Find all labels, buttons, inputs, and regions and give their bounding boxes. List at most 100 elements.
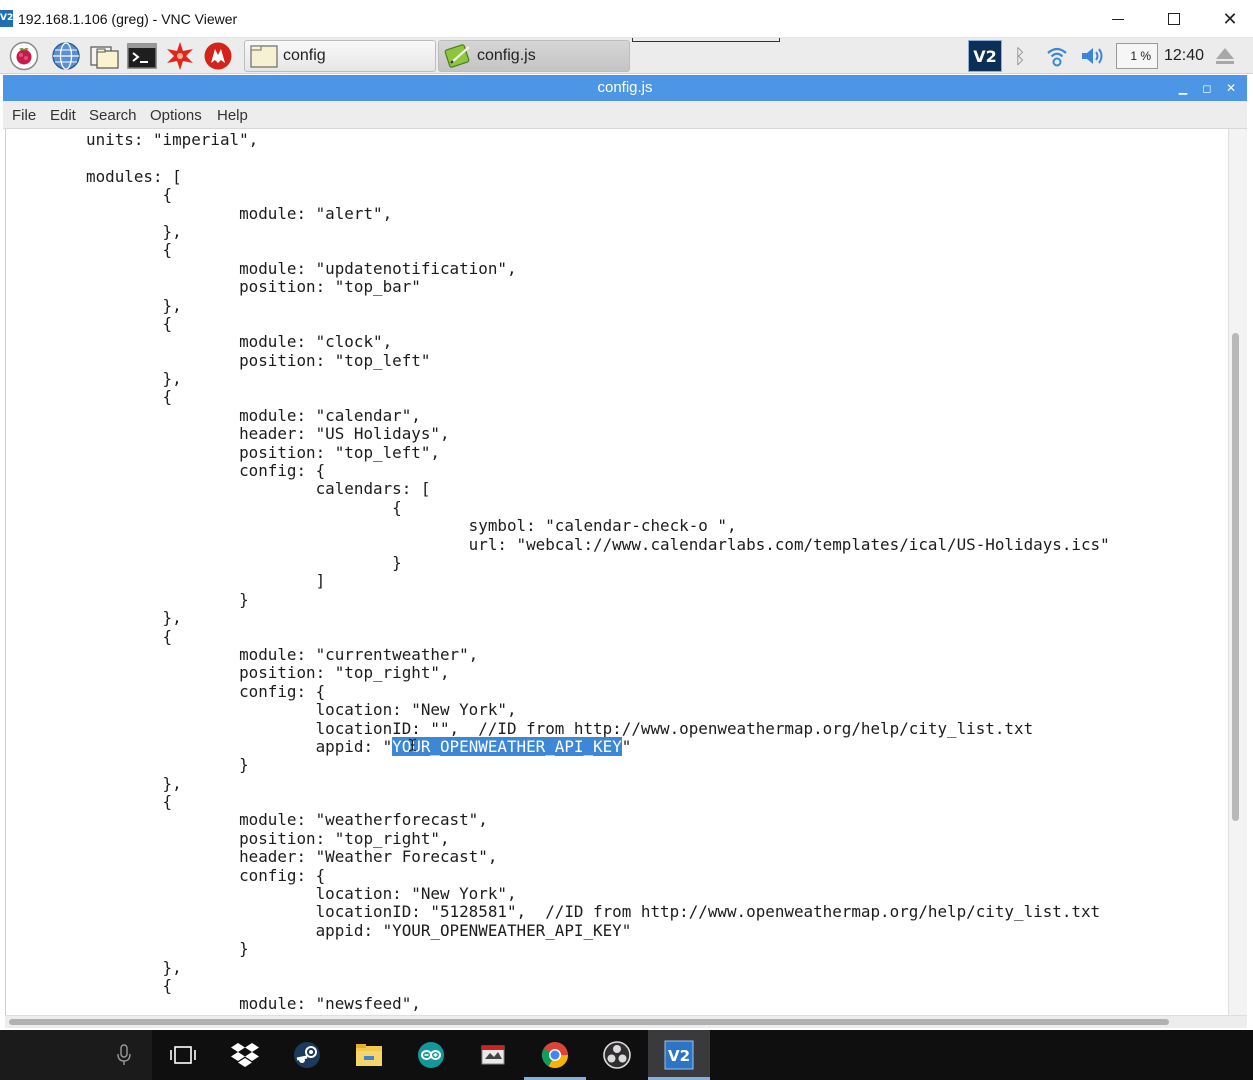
editor-titlebar[interactable]: config.js ▁ ◻ ✕ (3, 75, 1247, 101)
code-line[interactable]: { (86, 388, 1110, 407)
menu-edit[interactable]: Edit (50, 107, 76, 124)
vertical-scroll-thumb[interactable] (1232, 333, 1239, 821)
code-editor[interactable]: units: "imperial", modules: [ { module: "… (5, 129, 1227, 1015)
taskbar-item-config[interactable]: config (244, 40, 436, 72)
terminal-launcher[interactable] (126, 41, 158, 71)
clock-time: 12:40 (1163, 47, 1205, 64)
wifi-tray-button[interactable] (1042, 41, 1072, 71)
code-line[interactable]: config: { (86, 461, 1110, 480)
code-line[interactable]: }, (86, 774, 1110, 793)
code-line[interactable]: } (86, 755, 1110, 774)
code-line[interactable]: calendars: [ (86, 480, 1110, 499)
code-line[interactable]: location: "New York", (86, 884, 1110, 903)
code-line[interactable]: header: "Weather Forecast", (86, 847, 1110, 866)
window-close-button[interactable]: ✕ (1207, 4, 1253, 34)
window-minimize-button[interactable] (1095, 4, 1141, 34)
taskbar-steam-button[interactable] (276, 1030, 338, 1080)
code-line[interactable]: }, (86, 222, 1110, 241)
code-line[interactable] (86, 149, 1110, 167)
mathematica-launcher[interactable] (164, 41, 196, 71)
code-line[interactable]: config: { (86, 866, 1110, 885)
code-line[interactable]: }, (86, 958, 1110, 977)
taskbar-microphone-button[interactable] (96, 1030, 152, 1080)
code-line[interactable]: units: "imperial", (86, 130, 1110, 149)
code-line[interactable]: location: "New York", (86, 700, 1110, 719)
code-line[interactable]: position: "top_left" (86, 351, 1110, 370)
eject-tray-button[interactable] (1210, 41, 1240, 71)
editor-vertical-scrollbar[interactable] (1228, 129, 1247, 1015)
taskbar-item-config-js[interactable]: config.js (438, 40, 630, 72)
code-line[interactable]: { (86, 314, 1110, 333)
code-line[interactable]: module: "updatenotification", (86, 259, 1110, 278)
taskbar-chrome-button[interactable] (524, 1030, 586, 1080)
code-line[interactable]: url: "webcal://www.calendarlabs.com/temp… (86, 535, 1110, 554)
menu-help[interactable]: Help (217, 107, 248, 124)
horizontal-scroll-thumb[interactable] (9, 1019, 1169, 1025)
code-line[interactable]: locationID: "", //ID from http://www.ope… (86, 719, 1110, 738)
vnc-server-tray-button[interactable]: V2 (968, 40, 1002, 72)
selected-text[interactable]: YOUR_OPENWEATHER_API_KEY (392, 736, 622, 756)
editor-close-button[interactable]: ✕ (1221, 78, 1241, 98)
editor-horizontal-scrollbar[interactable] (5, 1015, 1247, 1028)
web-browser-launcher[interactable] (50, 41, 82, 71)
taskbar-app-button[interactable] (462, 1030, 524, 1080)
editor-minimize-button[interactable]: ▁ (1173, 78, 1193, 98)
code-line[interactable]: } (86, 553, 1110, 572)
taskbar-arduino-button[interactable] (400, 1030, 462, 1080)
menu-search[interactable]: Search (89, 107, 137, 124)
folder-icon (250, 45, 278, 68)
wolfram-launcher[interactable] (202, 41, 234, 71)
code-line[interactable]: }, (86, 608, 1110, 627)
code-line[interactable]: } (86, 939, 1110, 958)
code-line[interactable]: { (86, 976, 1110, 995)
volume-tray-button[interactable] (1078, 41, 1108, 71)
code-line[interactable]: config: { (86, 682, 1110, 701)
code-text[interactable]: units: "imperial", modules: [ { module: "… (86, 130, 1110, 1014)
taskbar-file-explorer-button[interactable] (338, 1030, 400, 1080)
code-line[interactable]: ] (86, 571, 1110, 590)
taskbar-dropbox-button[interactable] (214, 1030, 276, 1080)
code-line[interactable]: locationID: "5128581", //ID from http://… (86, 903, 1110, 922)
code-line[interactable]: { (86, 240, 1110, 259)
code-line[interactable]: } (86, 590, 1110, 609)
taskbar-obs-button[interactable] (586, 1030, 648, 1080)
menu-options[interactable]: Options (150, 107, 202, 124)
window-maximize-button[interactable] (1151, 4, 1197, 34)
vnc-viewer-label: V2 (668, 1047, 690, 1065)
code-line[interactable]: module: "clock", (86, 332, 1110, 351)
code-line[interactable]: header: "US Holidays", (86, 424, 1110, 443)
panel-clock[interactable]: 12:40 (1162, 41, 1206, 71)
code-line[interactable]: }, (86, 369, 1110, 388)
code-line[interactable]: position: "top_left", (86, 443, 1110, 462)
editor-title: config.js (597, 79, 653, 96)
minimize-icon: ▁ (1178, 81, 1188, 95)
file-manager-launcher[interactable] (88, 41, 120, 71)
taskbar-task-view-button[interactable] (152, 1030, 214, 1080)
taskbar-vnc-viewer-button[interactable]: V2 (648, 1030, 710, 1080)
code-line[interactable]: module: "currentweather", (86, 645, 1110, 664)
wolfram-icon (204, 42, 232, 70)
code-line[interactable]: module: "alert", (86, 204, 1110, 223)
code-line[interactable]: modules: [ (86, 167, 1110, 186)
code-line[interactable]: position: "top_bar" (86, 277, 1110, 296)
task-view-icon (170, 1046, 196, 1064)
code-line[interactable]: position: "top_right", (86, 829, 1110, 848)
code-line[interactable]: symbol: "calendar-check-o ", (86, 516, 1110, 535)
bluetooth-tray-button[interactable]: ᛒ (1008, 41, 1032, 71)
code-line[interactable]: }, (86, 296, 1110, 315)
code-line[interactable]: { (86, 792, 1110, 811)
microphone-icon (117, 1044, 131, 1065)
code-line[interactable]: module: "weatherforecast", (86, 811, 1110, 830)
code-line[interactable]: appid: "YOUR_OPENWEATHER_API_KEY" (86, 736, 1110, 756)
code-line[interactable]: { (86, 185, 1110, 204)
code-line[interactable]: appid: "YOUR_OPENWEATHER_API_KEY" (86, 921, 1110, 940)
code-line[interactable]: module: "calendar", (86, 406, 1110, 425)
code-line[interactable]: module: "newsfeed", (86, 994, 1110, 1013)
code-line[interactable]: position: "top_right", (86, 663, 1110, 682)
code-line[interactable]: { (86, 627, 1110, 646)
menu-file[interactable]: File (12, 107, 36, 124)
code-line[interactable]: { (86, 498, 1110, 517)
raspberry-menu-button[interactable] (8, 41, 40, 71)
editor-maximize-button[interactable]: ◻ (1197, 78, 1217, 98)
vnc-window-titlebar[interactable]: V2 192.168.1.106 (greg) - VNC Viewer ✕ (0, 0, 1253, 38)
